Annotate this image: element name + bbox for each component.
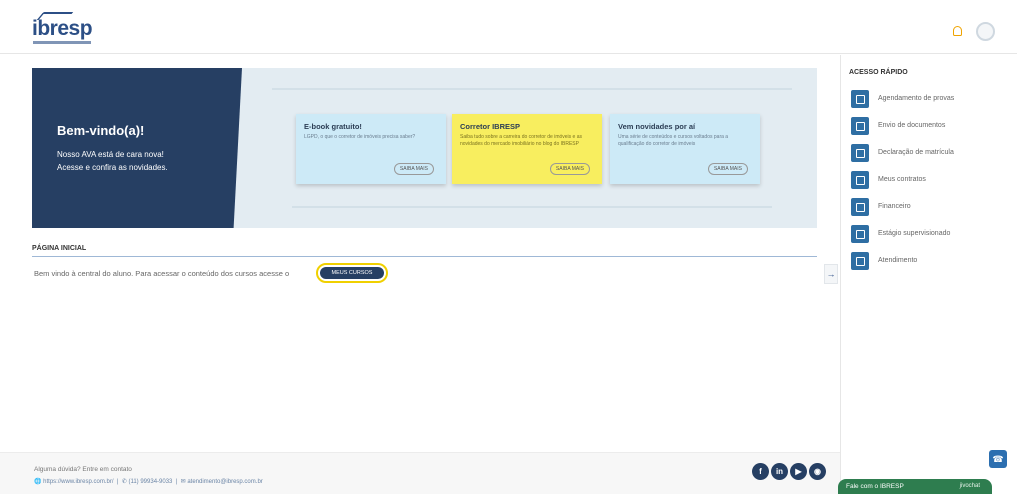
card-text: Saiba tudo sobre a carreira do corretor … bbox=[460, 134, 583, 147]
globe-icon: 🌐 bbox=[34, 479, 42, 485]
sidebar-item-estagio[interactable]: Estágio supervisionado bbox=[851, 225, 1011, 243]
logo-text: ibresp bbox=[32, 17, 93, 40]
banner-subtitle-1: Nosso AVA está de cara nova! bbox=[57, 150, 164, 159]
footer-phone[interactable]: (11) 99934-9033 bbox=[128, 479, 172, 485]
saiba-mais-button[interactable]: SAIBA MAIS bbox=[393, 163, 434, 175]
chat-icon bbox=[851, 252, 869, 270]
footer-contacts: 🌐 https://www.ibresp.com.br/ | ✆ (11) 99… bbox=[34, 479, 263, 485]
footer-site-link[interactable]: https://www.ibresp.com.br/ bbox=[43, 479, 113, 485]
sidebar-item-financeiro[interactable]: Financeiro bbox=[851, 198, 1011, 216]
sidebar-title: ACESSO RÁPIDO bbox=[849, 69, 908, 76]
banner-decoration bbox=[272, 88, 792, 90]
sidebar-item-label: Envio de documentos bbox=[878, 122, 946, 129]
person-icon bbox=[851, 225, 869, 243]
promo-card-corretor: Corretor IBRESP Saiba tudo sobre a carre… bbox=[452, 114, 602, 184]
sidebar-item-label: Financeiro bbox=[878, 203, 911, 210]
ibresp-logo[interactable]: ibresp bbox=[32, 12, 94, 46]
meus-cursos-label: MEUS CURSOS bbox=[320, 267, 384, 279]
sidebar-item-envio-documentos[interactable]: Envio de documentos bbox=[851, 117, 1011, 135]
footer-question: Alguma dúvida? Entre em contato bbox=[34, 466, 132, 473]
sidebar-item-label: Agendamento de provas bbox=[878, 95, 955, 102]
section-title: PÁGINA INICIAL bbox=[32, 245, 817, 257]
card-title: Corretor IBRESP bbox=[460, 122, 521, 131]
banner-subtitle-2: Acesse e confira as novidades. bbox=[57, 163, 168, 172]
saiba-mais-button[interactable]: SAIBA MAIS bbox=[707, 163, 748, 175]
sidebar-item-atendimento[interactable]: Atendimento bbox=[851, 252, 1011, 270]
welcome-text: Bem vindo à central do aluno. Para acess… bbox=[34, 269, 290, 278]
folder-icon bbox=[851, 117, 869, 135]
chat-widget-bar[interactable]: Fale com o IBRESP jivochat bbox=[838, 479, 992, 494]
chat-brand: jivochat bbox=[959, 483, 980, 489]
sidebar-item-label: Declaração de matrícula bbox=[878, 149, 954, 156]
logo-tagline-bar bbox=[33, 41, 91, 44]
mail-icon: ✉ bbox=[180, 479, 186, 485]
youtube-icon[interactable]: ▶ bbox=[790, 463, 807, 480]
card-title: Vem novidades por aí bbox=[618, 122, 696, 131]
whatsapp-icon: ✆ bbox=[121, 479, 127, 485]
quick-access-sidebar: ACESSO RÁPIDO Agendamento de provas Envi… bbox=[840, 55, 1017, 494]
contract-icon bbox=[851, 171, 869, 189]
card-text: LGPD, o que o corretor de imóveis precis… bbox=[304, 134, 416, 140]
facebook-icon[interactable]: f bbox=[752, 463, 769, 480]
meus-cursos-button[interactable]: MEUS CURSOS bbox=[316, 263, 388, 283]
banner-title: Bem-vindo(a)! bbox=[57, 123, 145, 138]
sidebar-item-declaracao[interactable]: Declaração de matrícula bbox=[851, 144, 1011, 162]
sidebar-item-contratos[interactable]: Meus contratos bbox=[851, 171, 1011, 189]
saiba-mais-button[interactable]: SAIBA MAIS bbox=[549, 163, 590, 175]
footer-email[interactable]: atendimento@ibresp.com.br bbox=[187, 479, 262, 485]
welcome-banner: Bem-vindo(a)! Nosso AVA está de cara nov… bbox=[32, 68, 817, 228]
top-header: ibresp bbox=[0, 0, 1017, 54]
linkedin-icon[interactable]: in bbox=[771, 463, 788, 480]
sidebar-item-label: Estágio supervisionado bbox=[878, 230, 951, 237]
sidebar-item-label: Meus contratos bbox=[878, 176, 926, 183]
user-avatar-icon[interactable] bbox=[976, 22, 995, 41]
card-title: E-book gratuito! bbox=[304, 122, 362, 131]
sidebar-item-agendamento[interactable]: Agendamento de provas bbox=[851, 90, 1011, 108]
chat-fab-icon[interactable]: ☎ bbox=[989, 450, 1007, 468]
banner-decoration bbox=[292, 206, 772, 208]
document-icon bbox=[851, 144, 869, 162]
banner-dark-panel bbox=[32, 68, 242, 228]
promo-card-novidades: Vem novidades por aí Uma série de conteú… bbox=[610, 114, 760, 184]
folder-icon bbox=[851, 198, 869, 216]
promo-card-ebook: E-book gratuito! LGPD, o que o corretor … bbox=[296, 114, 446, 184]
chat-label: Fale com o IBRESP bbox=[846, 483, 904, 490]
instagram-icon[interactable]: ◉ bbox=[809, 463, 826, 480]
page-footer: Alguma dúvida? Entre em contato 🌐 https:… bbox=[0, 452, 840, 494]
sidebar-item-label: Atendimento bbox=[878, 257, 918, 264]
arrow-right-icon[interactable]: → bbox=[824, 264, 838, 284]
card-text: Uma série de conteúdos e cursos voltados… bbox=[618, 134, 729, 147]
calendar-icon bbox=[851, 90, 869, 108]
bell-icon[interactable] bbox=[953, 26, 962, 36]
